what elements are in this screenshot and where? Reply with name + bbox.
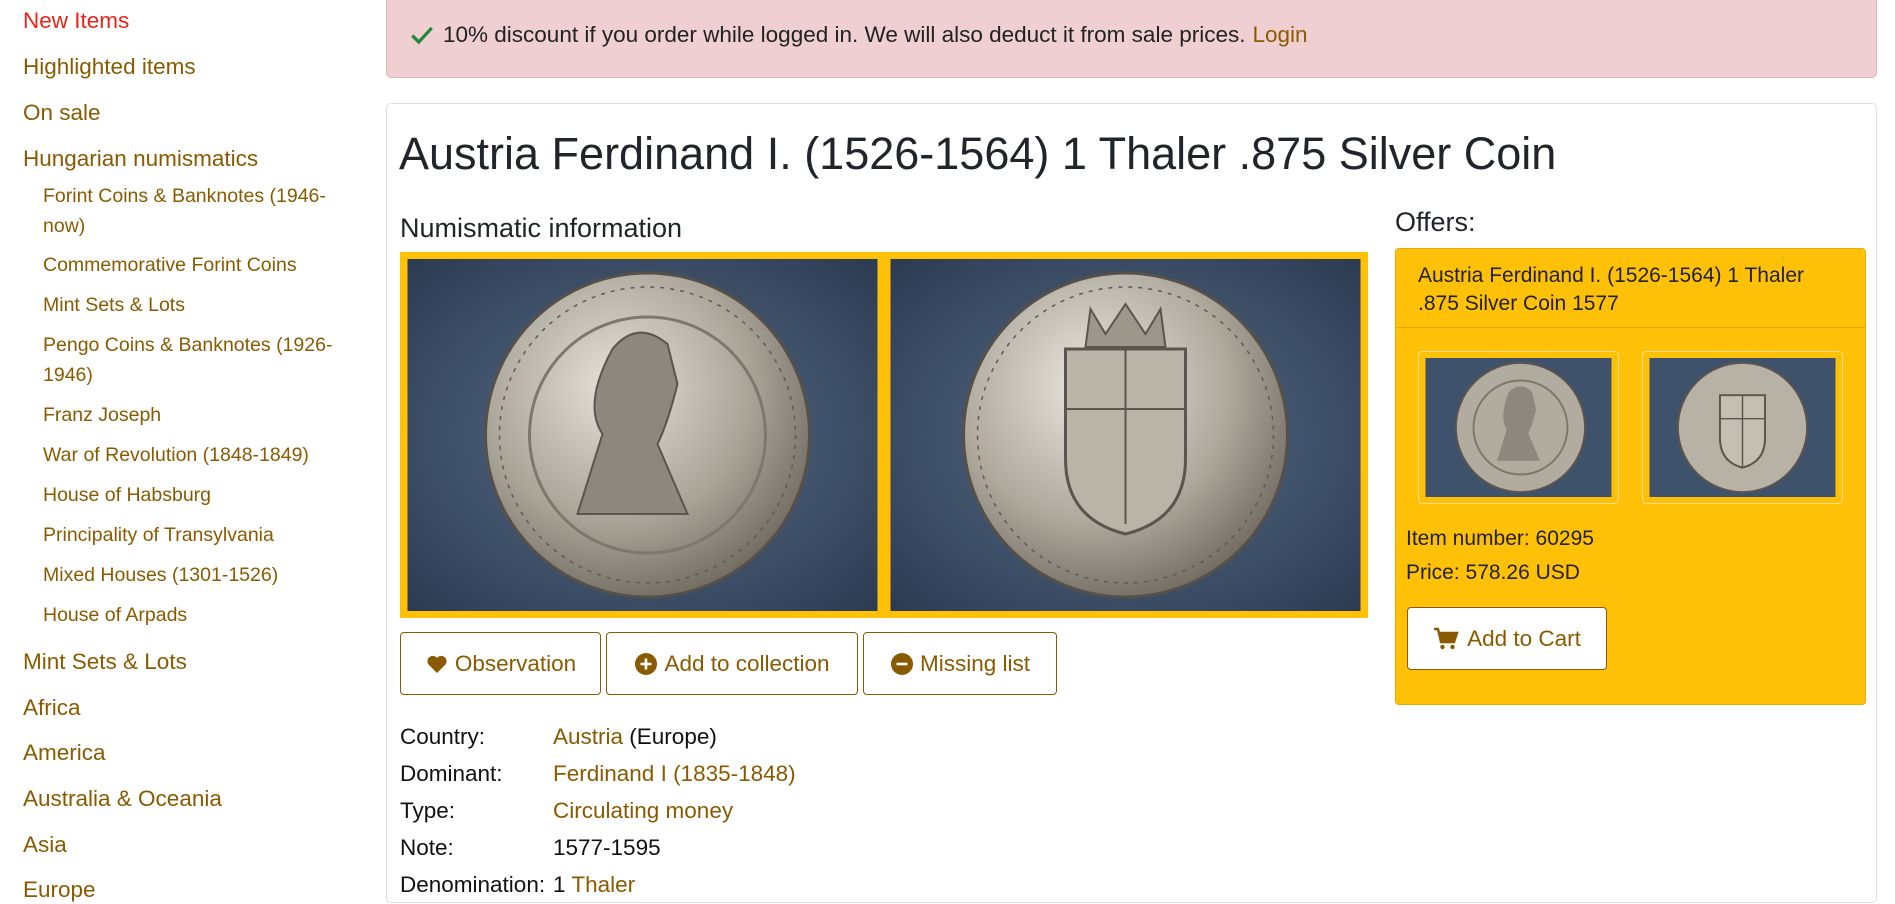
missing-list-label: Missing list bbox=[919, 650, 1031, 676]
offer-card: Austria Ferdinand I. (1526-1564) 1 Thale… bbox=[1395, 248, 1866, 705]
note-label: Note: bbox=[400, 835, 454, 860]
sidebar-item-america[interactable]: America bbox=[23, 739, 106, 767]
country-region: (Europe) bbox=[629, 724, 717, 749]
dominant-value: Ferdinand I (1835-1848) bbox=[553, 761, 796, 787]
coin-reverse-picture bbox=[890, 259, 1361, 611]
item-number: Item number: 60295 bbox=[1406, 527, 1594, 550]
sidebar-item-on-sale[interactable]: On sale bbox=[23, 99, 101, 127]
offer-thumb-reverse[interactable] bbox=[1642, 351, 1843, 504]
sidebar-item-highlighted[interactable]: Highlighted items bbox=[23, 53, 196, 81]
missing-list-button[interactable]: Missing list bbox=[863, 632, 1057, 695]
type-label: Type: bbox=[400, 798, 456, 823]
dominant-label: Dominant: bbox=[400, 761, 503, 786]
plus-circle-icon bbox=[635, 652, 658, 675]
country-link[interactable]: Austria bbox=[553, 724, 623, 749]
minus-circle-icon bbox=[890, 652, 913, 675]
offer-thumb-obverse[interactable] bbox=[1418, 351, 1619, 504]
offers-heading: Offers: bbox=[1395, 207, 1476, 237]
item-price: Price: 578.26 USD bbox=[1406, 561, 1580, 584]
denomination-label: Denomination: bbox=[400, 872, 546, 897]
sidebar-subitem-transylvania[interactable]: Principality of Transylvania bbox=[43, 520, 343, 550]
sidebar-subitem-pengo[interactable]: Pengo Coins & Banknotes (1926-1946) bbox=[43, 330, 343, 390]
page-title: Austria Ferdinand I. (1526-1564) 1 Thale… bbox=[399, 128, 1557, 179]
type-link[interactable]: Circulating money bbox=[553, 798, 733, 823]
sidebar-item-hungarian-numismatics[interactable]: Hungarian numismatics bbox=[23, 145, 258, 173]
coin-reverse-image[interactable] bbox=[883, 252, 1368, 618]
sidebar-item-australia-oceania[interactable]: Australia & Oceania bbox=[23, 785, 222, 813]
check-icon bbox=[411, 26, 433, 45]
sidebar-subitem-mint-sets[interactable]: Mint Sets & Lots bbox=[43, 290, 343, 320]
country-label: Country: bbox=[400, 724, 486, 749]
denomination-link[interactable]: Thaler bbox=[571, 872, 635, 897]
offer-title[interactable]: Austria Ferdinand I. (1526-1564) 1 Thale… bbox=[1396, 249, 1865, 328]
coin-obverse-image[interactable] bbox=[400, 252, 885, 618]
sidebar-item-europe[interactable]: Europe bbox=[23, 876, 96, 904]
add-to-collection-button[interactable]: Add to collection bbox=[606, 632, 858, 695]
sidebar-item-mint-sets-lots[interactable]: Mint Sets & Lots bbox=[23, 648, 187, 676]
observation-label: Observation bbox=[454, 650, 577, 676]
sidebar-subitem-commemorative-forint[interactable]: Commemorative Forint Coins bbox=[43, 250, 343, 280]
alert-text: 10% discount if you order while logged i… bbox=[443, 22, 1246, 47]
dominant-link[interactable]: Ferdinand I (1835-1848) bbox=[553, 761, 796, 786]
offer-thumb-reverse-picture bbox=[1649, 358, 1836, 497]
sidebar-subitem-war-of-revolution[interactable]: War of Revolution (1848-1849) bbox=[43, 440, 343, 470]
add-to-cart-label: Add to Cart bbox=[1467, 625, 1581, 651]
sidebar-subitem-house-arpads[interactable]: House of Arpads bbox=[43, 600, 343, 630]
country-value: Austria (Europe) bbox=[553, 724, 717, 750]
add-to-collection-label: Add to collection bbox=[664, 650, 830, 676]
observation-button[interactable]: Observation bbox=[400, 632, 601, 695]
login-link[interactable]: Login bbox=[1252, 22, 1307, 48]
sidebar-subitem-house-habsburg[interactable]: House of Habsburg bbox=[43, 480, 343, 510]
discount-alert: 10% discount if you order while logged i… bbox=[386, 0, 1877, 78]
coin-obverse-picture bbox=[407, 259, 878, 611]
sidebar-item-new-items[interactable]: New Items bbox=[23, 7, 129, 35]
note-value: 1577-1595 bbox=[553, 835, 661, 860]
cart-icon bbox=[1434, 627, 1459, 649]
add-to-cart-button[interactable]: Add to Cart bbox=[1407, 607, 1607, 670]
numismatic-heading: Numismatic information bbox=[400, 213, 683, 243]
sidebar-subitem-mixed-houses[interactable]: Mixed Houses (1301-1526) bbox=[43, 560, 343, 590]
heart-icon bbox=[427, 655, 447, 673]
sidebar-subitem-forint-coins[interactable]: Forint Coins & Banknotes (1946-now) bbox=[43, 181, 343, 241]
sidebar-subitem-franz-joseph[interactable]: Franz Joseph bbox=[43, 400, 343, 430]
type-value: Circulating money bbox=[553, 798, 733, 824]
denomination-value: 1 Thaler bbox=[553, 872, 635, 898]
denomination-number: 1 bbox=[553, 872, 566, 897]
sidebar-item-africa[interactable]: Africa bbox=[23, 694, 81, 722]
offer-thumb-obverse-picture bbox=[1425, 358, 1612, 497]
sidebar-item-asia[interactable]: Asia bbox=[23, 831, 67, 859]
category-sidebar: New Items Highlighted items On sale Hung… bbox=[0, 0, 360, 902]
